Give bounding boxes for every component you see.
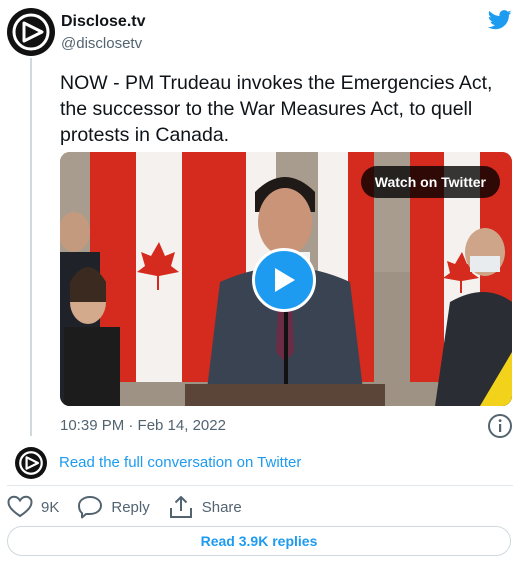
reply-label: Reply xyxy=(111,498,150,516)
info-icon[interactable] xyxy=(487,413,513,439)
disclose-logo-icon xyxy=(19,451,43,475)
watch-on-twitter-button[interactable]: Watch on Twitter xyxy=(360,166,500,198)
author-name[interactable]: Disclose.tv xyxy=(61,13,145,31)
conversation-avatar[interactable] xyxy=(15,447,47,479)
thread-line xyxy=(30,58,32,436)
play-button[interactable] xyxy=(252,248,316,312)
heart-icon xyxy=(7,495,33,518)
share-label: Share xyxy=(201,498,242,516)
read-full-conversation-link[interactable]: Read the full conversation on Twitter xyxy=(59,454,301,471)
read-replies-button[interactable]: Read 3.9K replies xyxy=(7,526,511,556)
play-icon xyxy=(275,268,295,292)
video-thumbnail[interactable]: Watch on Twitter xyxy=(60,152,512,406)
author-handle[interactable]: @disclosetv xyxy=(61,35,142,52)
action-bar: 9K Reply Share xyxy=(7,492,260,522)
disclose-logo-icon xyxy=(12,13,50,51)
like-button[interactable]: 9K xyxy=(7,495,59,519)
share-icon xyxy=(169,496,192,518)
divider xyxy=(7,485,513,486)
reply-icon xyxy=(78,496,103,519)
author-avatar[interactable] xyxy=(7,8,55,56)
reply-button[interactable]: Reply xyxy=(77,495,150,519)
tweet-timestamp[interactable]: 10:39 PM · Feb 14, 2022 xyxy=(60,417,226,434)
twitter-bird-icon[interactable] xyxy=(488,10,512,30)
tweet-text: NOW - PM Trudeau invokes the Emergencies… xyxy=(60,72,493,146)
share-button[interactable]: Share xyxy=(168,494,242,520)
like-count: 9K xyxy=(41,498,60,516)
